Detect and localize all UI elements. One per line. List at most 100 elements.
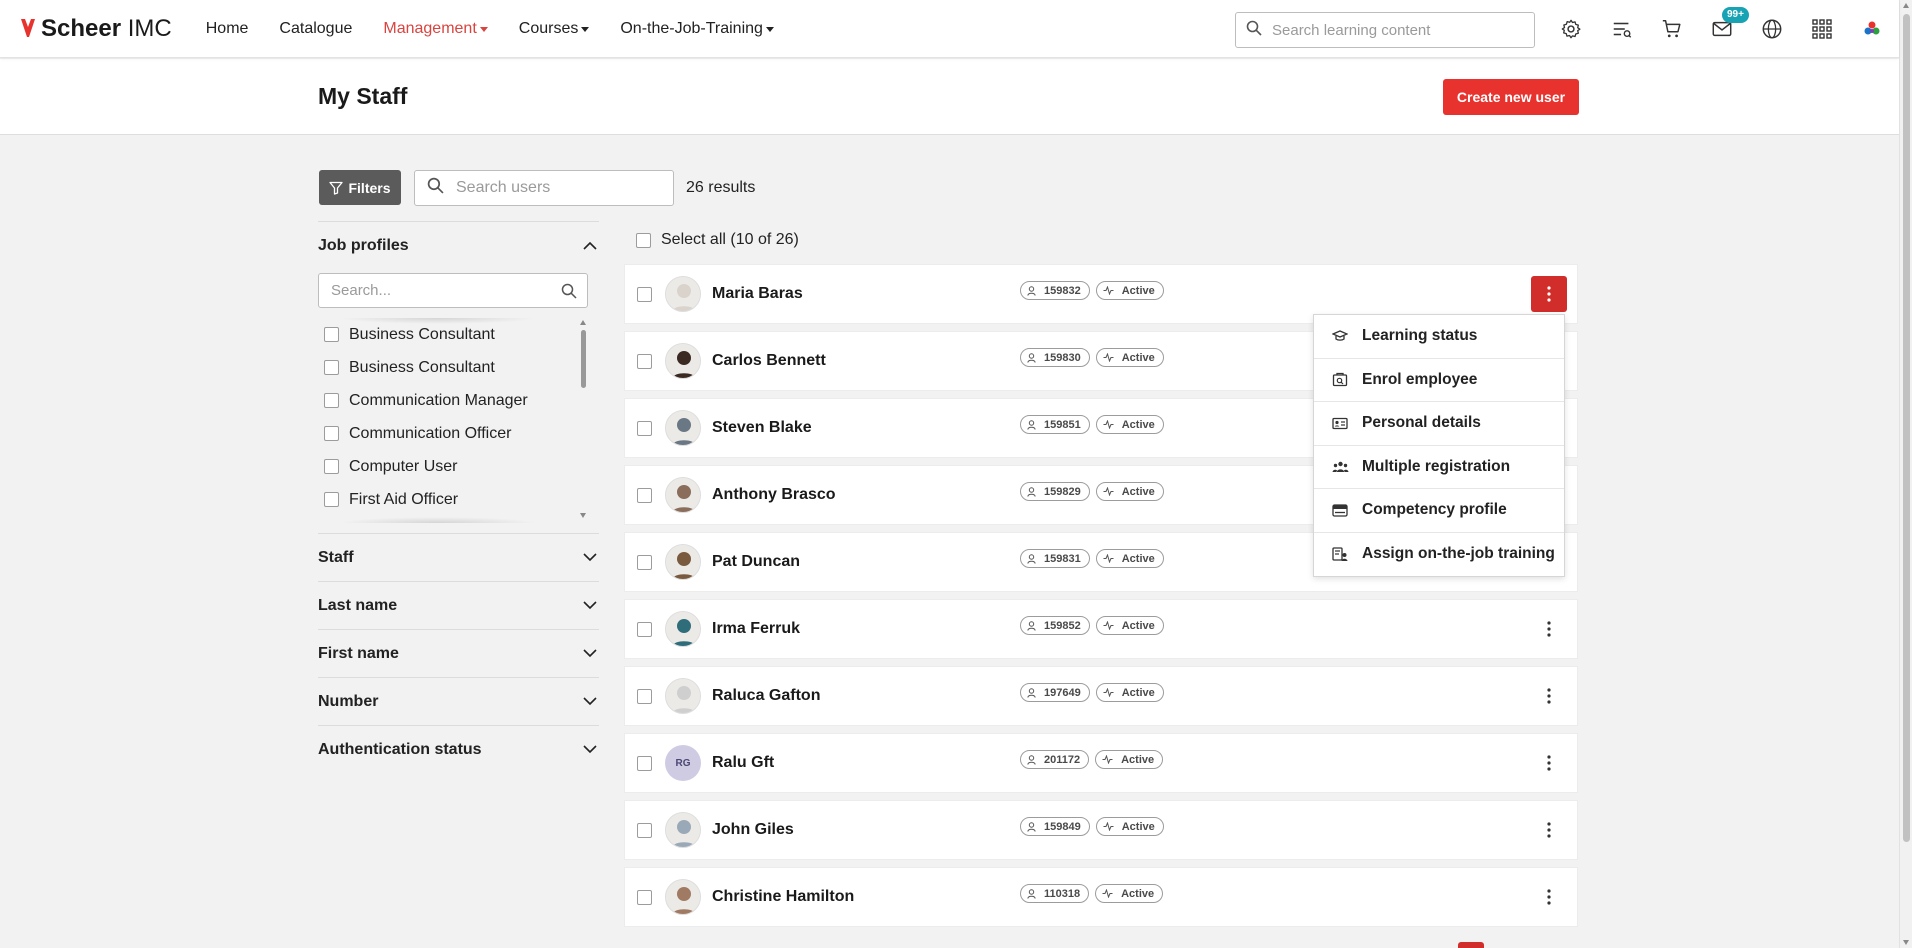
user-name[interactable]: John Giles [712,821,794,839]
user-row-checkbox[interactable] [637,755,652,771]
job-profile-item[interactable]: Computer User [318,450,588,483]
page-scrollbar[interactable] [1899,0,1912,948]
more-options-icon[interactable] [1531,812,1567,848]
user-row[interactable]: RG Ralu Gft 201172 Active [624,733,1578,793]
more-options-icon[interactable] [1531,879,1567,915]
more-options-icon[interactable] [1531,678,1567,714]
user-row-checkbox[interactable] [637,420,652,436]
user-row-checkbox[interactable] [637,487,652,503]
filters-button[interactable]: Filters [319,170,401,205]
user-row[interactable]: Irma Ferruk 159852 Active [624,599,1578,659]
mail-icon[interactable]: 99+ [1709,7,1749,42]
search-icon[interactable] [561,283,577,299]
user-row-checkbox[interactable] [637,353,652,369]
job-profile-item[interactable]: Business Consultant [318,351,588,384]
employee-number-badge: 159851 [1020,415,1090,434]
user-row-checkbox[interactable] [637,286,652,302]
scroll-up-icon[interactable] [580,320,586,325]
filter-section-staff[interactable]: Staff [318,533,599,581]
job-profile-list[interactable]: Business Consultant Business Consultant … [318,318,588,523]
user-row-checkbox[interactable] [637,554,652,570]
select-all[interactable]: Select all (10 of 26) [636,231,799,249]
scroll-up-icon[interactable] [1903,3,1909,8]
checkbox[interactable] [324,393,339,408]
checkbox[interactable] [324,492,339,507]
nav-catalogue[interactable]: Catalogue [279,20,352,38]
more-options-icon[interactable] [1531,611,1567,647]
job-profile-item[interactable]: Communication Manager [318,384,588,417]
checkbox[interactable] [324,426,339,441]
checkbox[interactable] [324,459,339,474]
user-name[interactable]: Raluca Gafton [712,687,820,705]
group-icon [1331,458,1349,476]
job-profile-label: Business Consultant [349,325,495,343]
user-name[interactable]: Christine Hamilton [712,888,854,906]
person-icon [1027,687,1040,698]
checkbox[interactable] [324,327,339,342]
brand-logo[interactable]: Scheer IMC [20,15,172,43]
user-name[interactable]: Pat Duncan [712,553,800,571]
user-row-checkbox[interactable] [637,621,652,637]
scroll-down-icon[interactable] [580,513,586,518]
menu-item-enrol-employee[interactable]: Enrol employee [1314,359,1564,402]
result-count: 26 results [686,179,756,196]
status-text: Active [1121,619,1155,632]
filter-section-authentication-status[interactable]: Authentication status [318,725,599,773]
user-row-checkbox[interactable] [637,889,652,905]
job-profile-item[interactable]: First Aid Officer [318,483,588,516]
filter-section-number[interactable]: Number [318,677,599,725]
scroll-down-icon[interactable] [1903,940,1909,945]
chevron-down-icon [583,649,597,658]
menu-item-multiple-registration[interactable]: Multiple registration [1314,446,1564,489]
user-name[interactable]: Steven Blake [712,419,812,437]
mail-badge: 99+ [1722,7,1749,23]
user-row-checkbox[interactable] [637,822,652,838]
pagination-current-page[interactable] [1458,942,1484,948]
status-text: Active [1121,485,1155,498]
user-name[interactable]: Maria Baras [712,285,803,303]
user-name[interactable]: Ralu Gft [712,754,774,772]
scrollbar-thumb[interactable] [1903,14,1910,842]
select-all-checkbox[interactable] [636,232,651,248]
user-row-checkbox[interactable] [637,688,652,704]
menu-item-assign-on-the-job-training[interactable]: Assign on-the-job training [1314,533,1564,577]
filter-section-first-name[interactable]: First name [318,629,599,677]
menu-item-label: Enrol employee [1362,370,1478,388]
user-name[interactable]: Carlos Bennett [712,352,826,370]
gear-icon[interactable] [1558,16,1584,42]
company-logo-icon[interactable] [1859,16,1885,42]
more-options-icon[interactable] [1531,276,1567,312]
user-row[interactable]: John Giles 159849 Active [624,800,1578,860]
user-row[interactable]: Christine Hamilton 110318 Active [624,867,1578,927]
app-grid-icon[interactable] [1809,16,1835,42]
user-row[interactable]: Raluca Gafton 197649 Active [624,666,1578,726]
create-new-user-button[interactable]: Create new user [1443,79,1579,115]
cart-icon[interactable] [1659,16,1685,42]
menu-item-learning-status[interactable]: Learning status [1314,315,1564,359]
checkbox[interactable] [324,360,339,375]
filter-section-job-profiles[interactable]: Job profiles [318,221,599,269]
user-tags: 159829 Active [1020,482,1170,501]
job-profile-item[interactable]: Communication Officer [318,417,588,450]
filter-section-last-name[interactable]: Last name [318,581,599,629]
menu-item-competency-profile[interactable]: Competency profile [1314,489,1564,533]
menu-item-label: Personal details [1362,414,1481,432]
menu-item-personal-details[interactable]: Personal details [1314,402,1564,446]
user-search-input[interactable] [456,179,656,197]
more-options-icon[interactable] [1531,745,1567,781]
job-profile-search-input[interactable] [331,282,541,299]
activity-icon [1103,688,1118,697]
task-list-icon[interactable] [1609,16,1635,42]
scrollbar-thumb[interactable] [581,330,586,388]
nav-management[interactable]: Management [383,20,488,38]
user-name[interactable]: Anthony Brasco [712,486,836,504]
nav-courses[interactable]: Courses [519,20,590,38]
globe-icon[interactable] [1759,16,1785,42]
nav-home[interactable]: Home [206,20,249,38]
user-name[interactable]: Irma Ferruk [712,620,800,638]
status-badge: Active [1095,817,1164,836]
status-text: Active [1121,887,1155,900]
job-list-scrollbar[interactable] [580,320,588,518]
nav-on-the-job-training[interactable]: On-the-Job-Training [620,20,774,38]
global-search-input[interactable] [1272,21,1512,39]
